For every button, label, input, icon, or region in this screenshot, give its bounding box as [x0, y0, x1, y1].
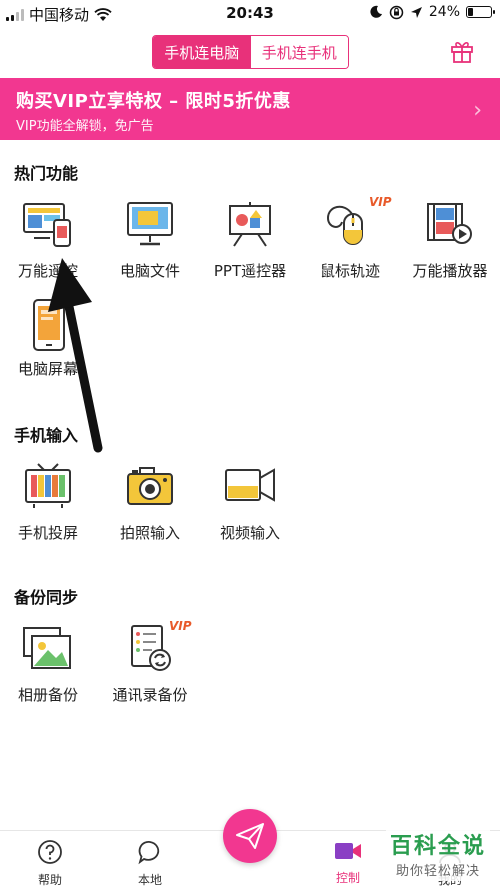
tv-icon [25, 463, 71, 508]
tab-phone-to-phone[interactable]: 手机连手机 [250, 36, 348, 68]
camera-icon [127, 467, 173, 505]
video-icon [225, 468, 275, 502]
album-icon [23, 627, 71, 669]
battery-percent: 24% [428, 4, 460, 20]
tile-label: 万能播放器 [412, 262, 488, 280]
tile-universal-player[interactable]: 万能播放器 [402, 200, 498, 281]
nav-local[interactable]: 本地 [110, 839, 190, 888]
tile-mouse-trail[interactable]: VIP 鼠标轨迹 [302, 195, 398, 281]
watermark-title: 百科全说 [389, 834, 486, 859]
status-bar: 中国移动 20:43 24% [0, 0, 500, 28]
nav-label: 控制 [335, 871, 360, 885]
vip-badge-text: VIP [169, 619, 192, 632]
watermark-subtitle: 助你轻松解决 [395, 864, 480, 879]
tile-ppt-remote[interactable]: PPT遥控器 [202, 200, 298, 281]
battery-icon [466, 6, 495, 18]
nav-help[interactable]: 帮助 [10, 839, 90, 888]
tile-label: 电脑文件 [119, 262, 180, 280]
nav-control[interactable]: 控制 [308, 839, 388, 886]
send-button[interactable] [223, 809, 277, 863]
vip-badge-icon: VIP [369, 195, 392, 208]
ppt-icon [229, 202, 271, 247]
tile-pc-screen[interactable]: 电脑屏幕 [0, 298, 96, 379]
section-title-input: 手机输入 [14, 426, 79, 445]
tile-video-input[interactable]: 视频输入 [202, 462, 298, 543]
watermark: 百科全说 助你轻松解决 [385, 826, 490, 881]
tab-phone-to-pc[interactable]: 手机连电脑 [153, 36, 251, 68]
tile-label: 鼠标轨迹 [319, 262, 380, 280]
tile-contacts-backup[interactable]: VIP 通讯录备份 [102, 619, 198, 705]
tile-pc-files[interactable]: 电脑文件 [102, 200, 198, 281]
tile-label: 相册备份 [17, 686, 78, 704]
tile-label: PPT遥控器 [213, 262, 287, 280]
tile-phone-cast[interactable]: 手机投屏 [0, 462, 96, 543]
nav-label: 帮助 [37, 873, 62, 887]
moon-icon [370, 5, 382, 18]
section-title-hot: 热门功能 [14, 164, 79, 183]
remote-icon [23, 203, 71, 247]
tile-album-backup[interactable]: 相册备份 [0, 624, 96, 705]
vip-banner-subtitle: VIP功能全解锁，免广告 [16, 119, 154, 134]
app-header: 手机连电脑 手机连手机 [0, 28, 500, 76]
nav-label: 本地 [137, 873, 162, 887]
chat-icon [138, 841, 160, 865]
tile-universal-remote[interactable]: 万能遥控 [0, 200, 96, 281]
vip-banner[interactable]: 购买VIP立享特权 – 限时5折优惠 VIP功能全解锁，免广告 › [0, 78, 500, 140]
tile-label: 通讯录备份 [112, 686, 188, 704]
tile-label: 电脑屏幕 [17, 360, 78, 378]
tile-label: 手机投屏 [17, 524, 78, 542]
chevron-right-icon: › [473, 98, 482, 123]
tile-photo-input[interactable]: 拍照输入 [102, 462, 198, 543]
status-right: 24% [369, 4, 495, 20]
vip-badge-text: VIP [369, 195, 392, 208]
section-title-backup: 备份同步 [14, 588, 79, 607]
location-icon [410, 6, 422, 18]
player-icon [427, 203, 472, 244]
tile-label: 视频输入 [219, 524, 280, 542]
phone-screen-icon [33, 299, 65, 351]
rotation-lock-icon [389, 5, 404, 19]
paper-plane-icon [236, 823, 264, 849]
vip-badge-icon: VIP [169, 619, 192, 632]
control-icon [335, 843, 361, 859]
vip-banner-title: 购买VIP立享特权 – 限时5折优惠 [16, 91, 291, 112]
monitor-icon [127, 202, 173, 246]
help-icon [38, 840, 62, 864]
gift-icon[interactable] [450, 38, 474, 64]
tile-label: 万能遥控 [17, 262, 78, 280]
tile-label: 拍照输入 [119, 524, 180, 542]
connection-mode-switch: 手机连电脑 手机连手机 [152, 35, 349, 69]
